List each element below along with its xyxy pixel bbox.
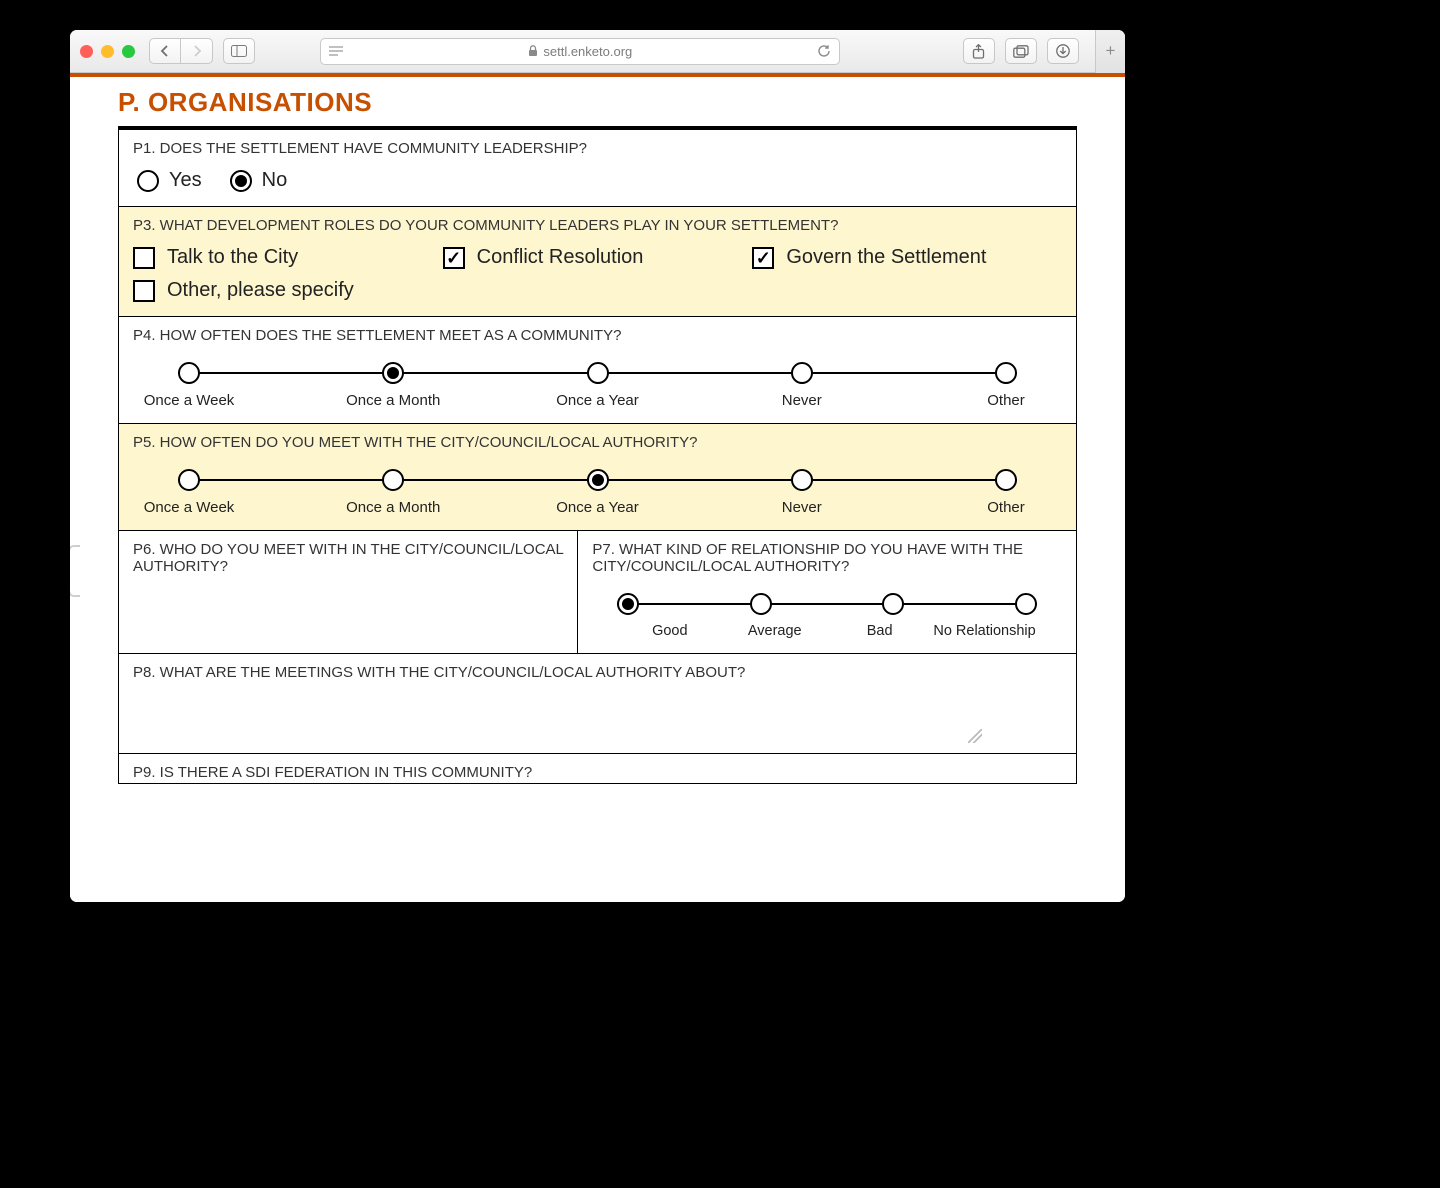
likert-label: Never (747, 392, 857, 409)
checkbox-grid: Talk to the City Conflict Resolution Gover… (133, 246, 1062, 302)
checkbox-label: Govern the Settlement (786, 246, 986, 269)
url-text: settl.enketo.org (543, 44, 632, 59)
question-p8: P8. WHAT ARE THE MEETINGS WITH THE CITY/… (119, 654, 1076, 754)
likert-scale (617, 593, 1037, 615)
share-button[interactable] (963, 38, 995, 64)
likert-label: No Relationship (912, 623, 1057, 639)
question-p3: P3. WHAT DEVELOPMENT ROLES DO YOUR COMMU… (119, 207, 1076, 317)
likert-point[interactable] (617, 593, 639, 615)
form-outline: P1. DOES THE SETTLEMENT HAVE COMMUNITY L… (118, 126, 1077, 784)
likert-label: Once a Month (338, 499, 448, 516)
radio-icon (137, 170, 159, 192)
scroll-marker (70, 545, 80, 597)
checkbox-icon (133, 247, 155, 269)
question-label: P6. WHO DO YOU MEET WITH IN THE CITY/COU… (133, 541, 563, 575)
likert-point[interactable] (1015, 593, 1037, 615)
likert-point[interactable] (587, 469, 609, 491)
likert-label: Other (951, 499, 1061, 516)
question-label: P7. WHAT KIND OF RELATIONSHIP DO YOU HAV… (592, 541, 1062, 575)
likert-scale (178, 469, 1017, 491)
question-p1: P1. DOES THE SETTLEMENT HAVE COMMUNITY L… (119, 130, 1076, 207)
tabs-button[interactable] (1005, 38, 1037, 64)
likert-point[interactable] (882, 593, 904, 615)
likert-label: Once a Week (134, 499, 244, 516)
lock-icon (528, 45, 538, 57)
radio-label: No (262, 169, 288, 192)
checkbox-label: Other, please specify (167, 279, 354, 302)
question-p7: P7. WHAT KIND OF RELATIONSHIP DO YOU HAV… (578, 531, 1076, 653)
downloads-button[interactable] (1047, 38, 1079, 64)
likert-point[interactable] (382, 362, 404, 384)
question-label: P9. IS THERE A SDI FEDERATION IN THIS CO… (133, 764, 1062, 781)
checkbox-icon (752, 247, 774, 269)
url-display: settl.enketo.org (528, 44, 632, 59)
close-window-button[interactable] (80, 45, 93, 58)
likert-point[interactable] (178, 362, 200, 384)
reader-mode-icon[interactable] (329, 46, 343, 57)
likert-point[interactable] (995, 362, 1017, 384)
radio-option-no[interactable]: No (230, 169, 288, 192)
question-label: P8. WHAT ARE THE MEETINGS WITH THE CITY/… (133, 664, 1062, 681)
likert-label: Once a Year (543, 499, 653, 516)
new-tab-button[interactable]: + (1095, 30, 1125, 73)
question-p5: P5. HOW OFTEN DO YOU MEET WITH THE CITY/… (119, 424, 1076, 531)
browser-window: settl.enketo.org + P. ORGANISATIONS (70, 30, 1125, 902)
forward-button[interactable] (181, 38, 213, 64)
likert-point[interactable] (791, 362, 813, 384)
page-content: P. ORGANISATIONS P1. DOES THE SETTLEMENT… (70, 73, 1125, 902)
minimize-window-button[interactable] (101, 45, 114, 58)
question-label: P3. WHAT DEVELOPMENT ROLES DO YOUR COMMU… (133, 217, 1062, 234)
checkbox-label: Talk to the City (167, 246, 298, 269)
question-p9: P9. IS THERE A SDI FEDERATION IN THIS CO… (119, 754, 1076, 784)
question-p6: P6. WHO DO YOU MEET WITH IN THE CITY/COU… (119, 531, 578, 653)
question-p4: P4. HOW OFTEN DOES THE SETTLEMENT MEET A… (119, 317, 1076, 424)
likert-point[interactable] (382, 469, 404, 491)
likert-label: Once a Month (338, 392, 448, 409)
likert-point[interactable] (995, 469, 1017, 491)
likert-point[interactable] (750, 593, 772, 615)
checkbox-icon (133, 280, 155, 302)
window-controls (80, 45, 135, 58)
checkbox-option[interactable]: Other, please specify (133, 279, 443, 302)
likert-label: Other (951, 392, 1061, 409)
toolbar-right: + (963, 30, 1115, 73)
address-bar[interactable]: settl.enketo.org (320, 38, 840, 65)
back-button[interactable] (149, 38, 181, 64)
checkbox-option[interactable]: Talk to the City (133, 246, 443, 269)
radio-option-yes[interactable]: Yes (137, 169, 202, 192)
radio-label: Yes (169, 169, 202, 192)
radio-icon (230, 170, 252, 192)
toolbar: settl.enketo.org + (70, 30, 1125, 73)
question-label: P4. HOW OFTEN DOES THE SETTLEMENT MEET A… (133, 327, 1062, 344)
question-label: P1. DOES THE SETTLEMENT HAVE COMMUNITY L… (133, 140, 1062, 157)
checkbox-label: Conflict Resolution (477, 246, 644, 269)
sidebar-toggle-button[interactable] (223, 38, 255, 64)
likert-label: Once a Year (543, 392, 653, 409)
likert-label: Never (747, 499, 857, 516)
checkbox-option[interactable]: Conflict Resolution (443, 246, 753, 269)
likert-point[interactable] (178, 469, 200, 491)
reload-button[interactable] (817, 44, 831, 58)
textarea-resize-handle[interactable] (968, 729, 982, 743)
checkbox-option[interactable]: Govern the Settlement (752, 246, 1062, 269)
question-row-p6-p7: P6. WHO DO YOU MEET WITH IN THE CITY/COU… (119, 531, 1076, 654)
likert-point[interactable] (587, 362, 609, 384)
checkbox-icon (443, 247, 465, 269)
likert-point[interactable] (791, 469, 813, 491)
section-title: P. ORGANISATIONS (118, 87, 1077, 118)
accent-bar (70, 73, 1125, 77)
question-label: P5. HOW OFTEN DO YOU MEET WITH THE CITY/… (133, 434, 1062, 451)
maximize-window-button[interactable] (122, 45, 135, 58)
likert-scale (178, 362, 1017, 384)
nav-back-forward (149, 38, 213, 64)
likert-label: Once a Week (134, 392, 244, 409)
